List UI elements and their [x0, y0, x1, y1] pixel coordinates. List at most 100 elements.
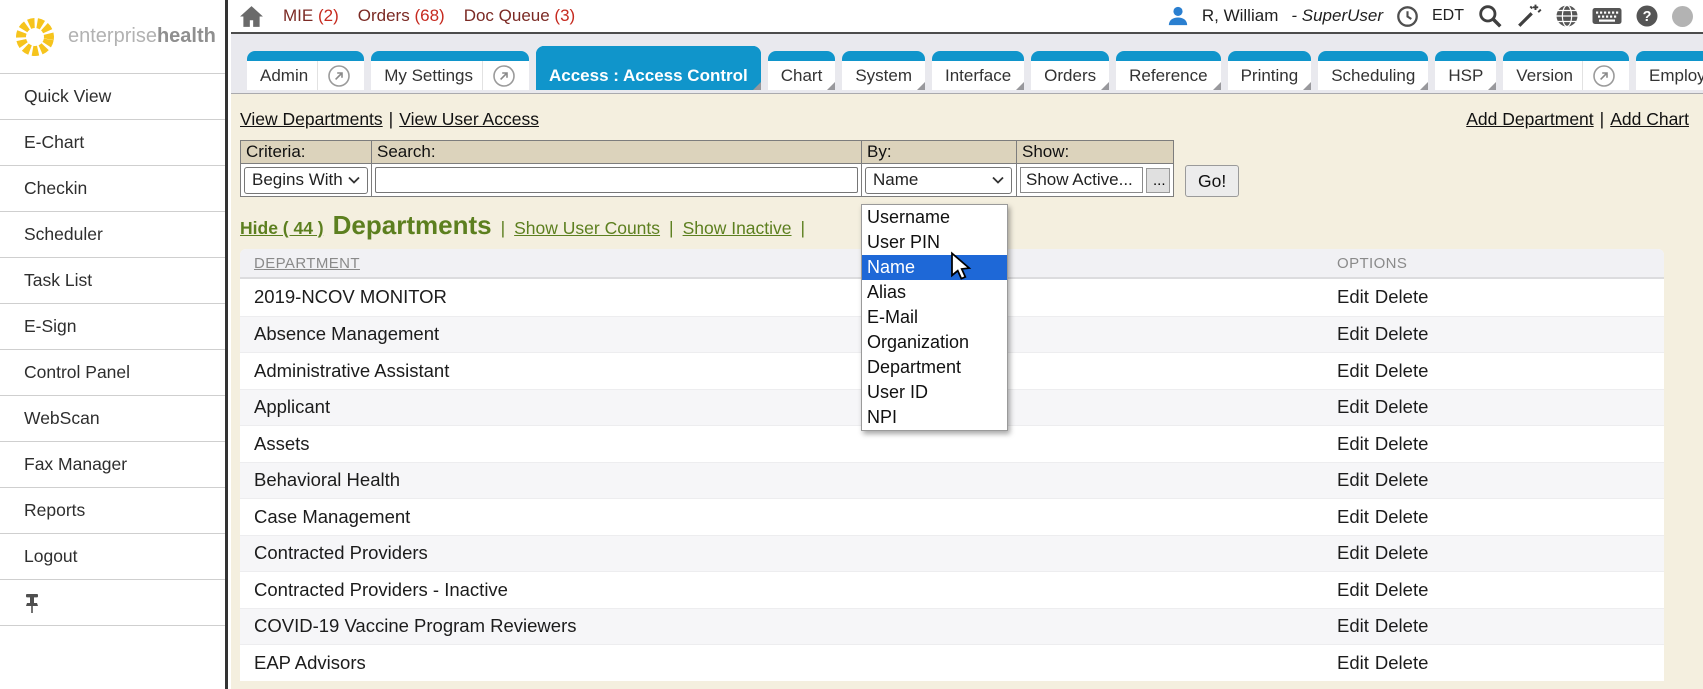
edit-link[interactable]: Edit [1337, 652, 1369, 674]
department-name: EAP Advisors [240, 652, 1337, 674]
by-select[interactable]: Name [865, 167, 1012, 194]
topbar-link-count: (68) [414, 6, 444, 25]
sidebar-item[interactable]: Task List [0, 258, 225, 304]
add-chart-link[interactable]: Add Chart [1610, 109, 1689, 129]
delete-link[interactable]: Delete [1375, 323, 1428, 345]
delete-link[interactable]: Delete [1375, 469, 1428, 491]
delete-link[interactable]: Delete [1375, 286, 1428, 308]
tab-top-strip [1503, 51, 1629, 61]
tab-label: Reference [1129, 66, 1207, 86]
tab[interactable]: Chart [768, 51, 836, 90]
edit-link[interactable]: Edit [1337, 615, 1369, 637]
edit-link[interactable]: Edit [1337, 506, 1369, 528]
sidebar-item[interactable]: E-Chart [0, 120, 225, 166]
sidebar-item[interactable]: E-Sign [0, 304, 225, 350]
edit-link[interactable]: Edit [1337, 286, 1369, 308]
home-icon[interactable] [239, 5, 264, 28]
dropdown-option[interactable]: E-Mail [862, 305, 1007, 330]
delete-link[interactable]: Delete [1375, 433, 1428, 455]
tab[interactable]: Reference [1116, 51, 1220, 90]
edit-link[interactable]: Edit [1337, 542, 1369, 564]
tab-label: Interface [945, 66, 1011, 86]
sidebar-item[interactable]: Fax Manager [0, 442, 225, 488]
magic-wand-icon[interactable] [1516, 3, 1542, 29]
tab[interactable]: Orders [1031, 51, 1109, 90]
tab[interactable]: HSP [1435, 51, 1496, 90]
sidebar-item[interactable]: Control Panel [0, 350, 225, 396]
tab-top-strip [842, 51, 925, 61]
delete-link[interactable]: Delete [1375, 579, 1428, 601]
topbar-queue-link[interactable]: MIE (2) [283, 6, 339, 26]
topbar-queue-link[interactable]: Orders (68) [358, 6, 445, 26]
delete-link[interactable]: Delete [1375, 506, 1428, 528]
department-name: Applicant [240, 396, 1337, 418]
dropdown-option[interactable]: Organization [862, 330, 1007, 355]
sidebar-item[interactable]: Checkin [0, 166, 225, 212]
help-icon[interactable]: ? [1635, 4, 1659, 28]
keyboard-icon[interactable] [1592, 5, 1622, 27]
sidebar-item[interactable]: Reports [0, 488, 225, 534]
criteria-select[interactable]: Begins With [244, 167, 368, 194]
delete-link[interactable]: Delete [1375, 615, 1428, 637]
edit-link[interactable]: Edit [1337, 469, 1369, 491]
tab[interactable]: Interface [932, 51, 1024, 90]
delete-link[interactable]: Delete [1375, 542, 1428, 564]
sidebar-item-label: WebScan [24, 408, 100, 429]
view-departments-link[interactable]: View Departments [240, 109, 383, 129]
dropdown-option[interactable]: User PIN [862, 230, 1007, 255]
clock-icon[interactable] [1396, 5, 1419, 28]
sidebar-item[interactable]: Scheduler [0, 212, 225, 258]
show-inactive-link[interactable]: Show Inactive [683, 218, 792, 239]
search-icon[interactable] [1477, 3, 1503, 29]
user-name[interactable]: R, William [1202, 6, 1279, 26]
sidebar-item[interactable]: WebScan [0, 396, 225, 442]
tab-menu-fold [917, 82, 925, 90]
delete-link[interactable]: Delete [1375, 396, 1428, 418]
hide-count-link[interactable]: Hide ( 44 ) [240, 218, 324, 239]
sidebar-item[interactable]: Quick View [0, 74, 225, 120]
dropdown-option[interactable]: Name [862, 255, 1007, 280]
tab[interactable]: System [842, 51, 925, 90]
show-user-counts-link[interactable]: Show User Counts [514, 218, 660, 239]
search-input[interactable] [375, 167, 858, 193]
go-button[interactable]: Go! [1185, 165, 1239, 197]
delete-link[interactable]: Delete [1375, 360, 1428, 382]
dropdown-option[interactable]: Department [862, 355, 1007, 380]
tab[interactable]: Access : Access Control [536, 46, 761, 90]
edit-link[interactable]: Edit [1337, 579, 1369, 601]
tab[interactable]: Admin [247, 51, 364, 90]
svg-text:?: ? [1643, 9, 1652, 25]
tab-menu-fold [1016, 82, 1024, 90]
tab[interactable]: Printing [1228, 51, 1312, 90]
edit-link[interactable]: Edit [1337, 396, 1369, 418]
topbar-link-label: Orders [358, 6, 410, 25]
avatar-placeholder[interactable] [1672, 6, 1693, 27]
edit-link[interactable]: Edit [1337, 433, 1369, 455]
sidebar-item[interactable]: Logout [0, 534, 225, 580]
external-link-icon[interactable] [482, 61, 516, 90]
add-department-link[interactable]: Add Department [1466, 109, 1593, 129]
tab-label: Access : Access Control [549, 66, 748, 86]
dropdown-option[interactable]: Username [862, 205, 1007, 230]
tab[interactable]: Scheduling [1318, 51, 1428, 90]
globe-icon[interactable] [1555, 4, 1579, 28]
edit-link[interactable]: Edit [1337, 323, 1369, 345]
tab[interactable]: Version [1503, 51, 1629, 90]
sidebar-pin-row[interactable] [0, 580, 225, 626]
tab[interactable]: Employer Organizations [1636, 51, 1703, 90]
pushpin-icon[interactable] [22, 592, 42, 614]
dropdown-option[interactable]: User ID [862, 380, 1007, 405]
show-select[interactable]: Show Active... [1020, 167, 1143, 193]
external-link-icon[interactable] [317, 61, 351, 90]
view-user-access-link[interactable]: View User Access [399, 109, 539, 129]
delete-link[interactable]: Delete [1375, 652, 1428, 674]
edit-link[interactable]: Edit [1337, 360, 1369, 382]
dropdown-option[interactable]: NPI [862, 405, 1007, 430]
tab[interactable]: My Settings [371, 51, 529, 90]
department-column-header[interactable]: DEPARTMENT [240, 255, 1337, 272]
dropdown-option[interactable]: Alias [862, 280, 1007, 305]
external-link-icon[interactable] [1582, 61, 1616, 90]
sidebar-item-label: Logout [24, 546, 78, 567]
topbar-queue-link[interactable]: Doc Queue (3) [464, 6, 576, 26]
show-more-button[interactable]: ... [1146, 168, 1170, 193]
